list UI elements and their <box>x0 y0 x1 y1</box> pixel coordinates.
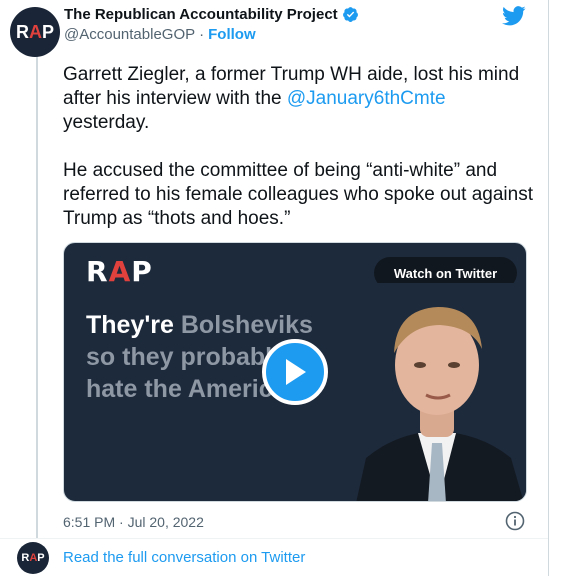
footer-avatar-letter-p: P <box>37 552 45 564</box>
thread-line <box>36 50 38 538</box>
avatar[interactable]: RAP <box>10 7 60 57</box>
person-photo <box>346 283 526 501</box>
twitter-bird-icon[interactable] <box>502 6 526 26</box>
play-icon <box>286 359 306 385</box>
media-brand-logo: RAP <box>86 255 153 288</box>
timestamp-link[interactable]: 6:51 PM · Jul 20, 2022 <box>63 514 204 530</box>
avatar-letter-p: P <box>41 21 54 42</box>
logo-letter-p: P <box>131 255 153 288</box>
verified-badge-icon <box>342 7 358 22</box>
logo-letter-r: R <box>86 255 109 288</box>
avatar-letter-a: A <box>28 21 42 42</box>
play-button[interactable] <box>262 339 328 405</box>
separator-dot: · <box>199 26 205 43</box>
mention-link[interactable]: @January6thCmte <box>287 88 446 109</box>
footer-avatar-letter-r: R <box>21 552 30 564</box>
divider <box>0 538 548 539</box>
tweet-text-part3: He accused the committee of being “anti-… <box>63 160 538 229</box>
tweet-header: The Republican Accountability Project @A… <box>64 6 359 43</box>
read-conversation-link[interactable]: Read the full conversation on Twitter <box>63 549 305 566</box>
tweet-text: Garrett Ziegler, a former Trump WH aide,… <box>63 63 533 231</box>
quote-white: They're <box>86 311 181 339</box>
video-preview[interactable]: RAP Watch on Twitter They're Bolsheviks … <box>63 242 527 502</box>
footer-avatar-letter-a: A <box>29 552 38 564</box>
info-icon[interactable] <box>505 511 525 531</box>
handle[interactable]: @AccountableGOP <box>64 26 195 43</box>
tweet-card: RAP The Republican Accountability Projec… <box>0 0 548 576</box>
footer-avatar[interactable]: RAP <box>17 542 49 574</box>
logo-letter-a: A <box>108 255 132 288</box>
card-edge <box>548 0 549 576</box>
follow-button[interactable]: Follow <box>208 26 256 43</box>
display-name[interactable]: The Republican Accountability Project <box>64 6 338 23</box>
avatar-letter-r: R <box>15 21 29 42</box>
